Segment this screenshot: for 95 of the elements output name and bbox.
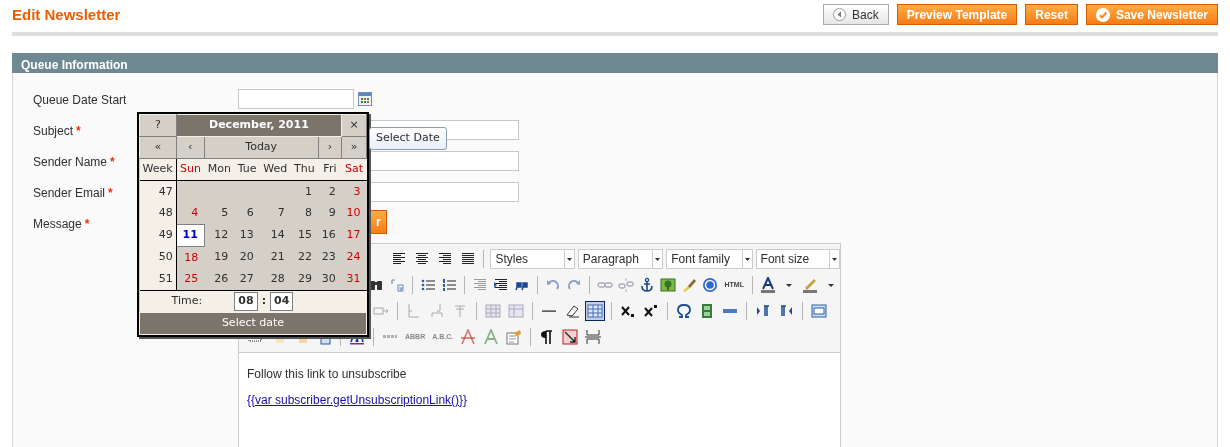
page-break-icon[interactable] [585,329,602,345]
omega-icon[interactable] [676,303,692,319]
weekday-header: Tue [234,158,260,181]
weekday-header: Fri [318,158,342,181]
right-to-left-icon[interactable] [778,303,794,319]
text-color-icon[interactable] [759,277,776,293]
day-cell[interactable]: 4 [176,202,205,225]
indent-icon[interactable] [493,277,510,293]
strikethrough-a-icon[interactable] [460,329,477,345]
left-to-right-icon[interactable] [755,303,771,319]
field-label: Message * [33,216,90,233]
paragraph-text: Follow this link to unsubscribe [247,366,408,383]
day-cell[interactable]: 15 [290,224,319,247]
day-cell[interactable]: 10 [341,202,367,225]
dropdown[interactable]: Styles [490,249,575,269]
day-cell[interactable]: 1 [290,180,319,203]
day-cell[interactable]: 31 [341,268,367,291]
brush-icon[interactable] [681,277,698,293]
caret-icon [829,250,839,268]
field-label: Sender Name * [33,154,115,171]
day-cell[interactable]: 8 [290,202,319,225]
week-number: 51 [139,268,177,291]
dropdown[interactable]: Paragraph [577,249,664,269]
align-left-icon[interactable] [390,251,407,267]
day-cell[interactable]: 24 [341,246,367,269]
day-cell[interactable]: 16 [318,224,342,247]
dropdown[interactable]: Font size [755,249,840,269]
time-label: Time: [171,294,203,308]
day-cell[interactable]: 28 [259,268,291,291]
day-cell[interactable]: 13 [234,224,260,247]
caret-icon [563,250,574,268]
field-label: Queue Date Start [33,92,127,109]
day-cell[interactable]: 6 [234,202,260,225]
anchor-icon[interactable] [639,277,656,293]
minute-field[interactable]: 04 [270,292,294,311]
align-right-icon[interactable] [436,251,453,267]
day-cell[interactable]: 14 [259,224,291,247]
eraser-icon[interactable] [564,303,580,319]
field-label: Subject * [33,123,81,140]
close-button[interactable]: × [341,114,367,137]
day-cell[interactable]: 27 [234,268,260,291]
day-cell[interactable]: 23 [318,246,342,269]
film-icon[interactable] [699,303,715,319]
day-cell[interactable]: 5 [204,202,235,225]
day-cell[interactable]: 17 [341,224,367,247]
caret-icon [741,250,752,268]
superscript-icon[interactable] [643,303,659,319]
day-cell[interactable]: 9 [318,202,342,225]
day-cell[interactable]: 18 [176,246,205,269]
back-icon [833,8,847,21]
day-cell[interactable]: 22 [290,246,319,269]
numbered-list-icon[interactable] [441,277,458,293]
day-cell[interactable]: 12 [204,224,235,247]
page-title: Edit Newsletter [12,5,121,24]
day-cell[interactable]: 2 [318,180,342,203]
day-cell[interactable]: 11 [176,224,205,247]
day-cell[interactable]: 29 [290,268,319,291]
week-number: 48 [139,202,177,225]
field-label: Sender Email * [33,185,113,202]
help-button[interactable]: ? [139,114,177,137]
dropdown[interactable]: Font family [666,249,753,269]
day-cell[interactable]: 26 [204,268,235,291]
nonbreaking-space-icon[interactable] [562,329,579,345]
week-number: 47 [139,180,177,203]
checkmark-icon [1095,7,1110,22]
calendar-icon[interactable] [358,92,372,106]
caret-icon [652,250,663,268]
time-separator: : [260,294,268,308]
table-grid-icon[interactable] [587,303,603,319]
weekday-header: Mon [204,158,235,181]
day-cell[interactable]: 25 [176,268,205,291]
day-cell[interactable]: 3 [341,180,367,203]
bullet-list-icon[interactable] [420,277,437,293]
day-cell[interactable]: 21 [259,246,291,269]
hour-field[interactable]: 08 [234,292,258,311]
justify-icon[interactable] [459,251,476,267]
day-cell[interactable]: 19 [204,246,235,269]
select-date-button[interactable]: Select date [139,312,367,335]
image-icon[interactable] [660,277,677,293]
week-number: 50 [139,246,177,269]
back-button[interactable]: Back [823,4,889,25]
month-title: December, 2011 [176,114,342,137]
fullscreen-icon[interactable] [811,303,827,319]
day-cell[interactable]: 7 [259,202,291,225]
date-field[interactable] [238,89,354,109]
section-header: Queue Information [12,53,1218,73]
day-cell[interactable]: 20 [234,246,260,269]
highlight-color-icon[interactable] [802,277,818,293]
column-header: Week [139,158,177,181]
week-number: 49 [139,224,177,247]
nav-button[interactable]: « [139,136,177,159]
align-center-icon[interactable] [413,251,430,267]
tooltip: Select Date [369,127,447,150]
unsubscribe-link[interactable]: {{var subscriber.getUnsubscriptionLink()}} [247,391,468,409]
day-cell[interactable]: 30 [318,268,342,291]
